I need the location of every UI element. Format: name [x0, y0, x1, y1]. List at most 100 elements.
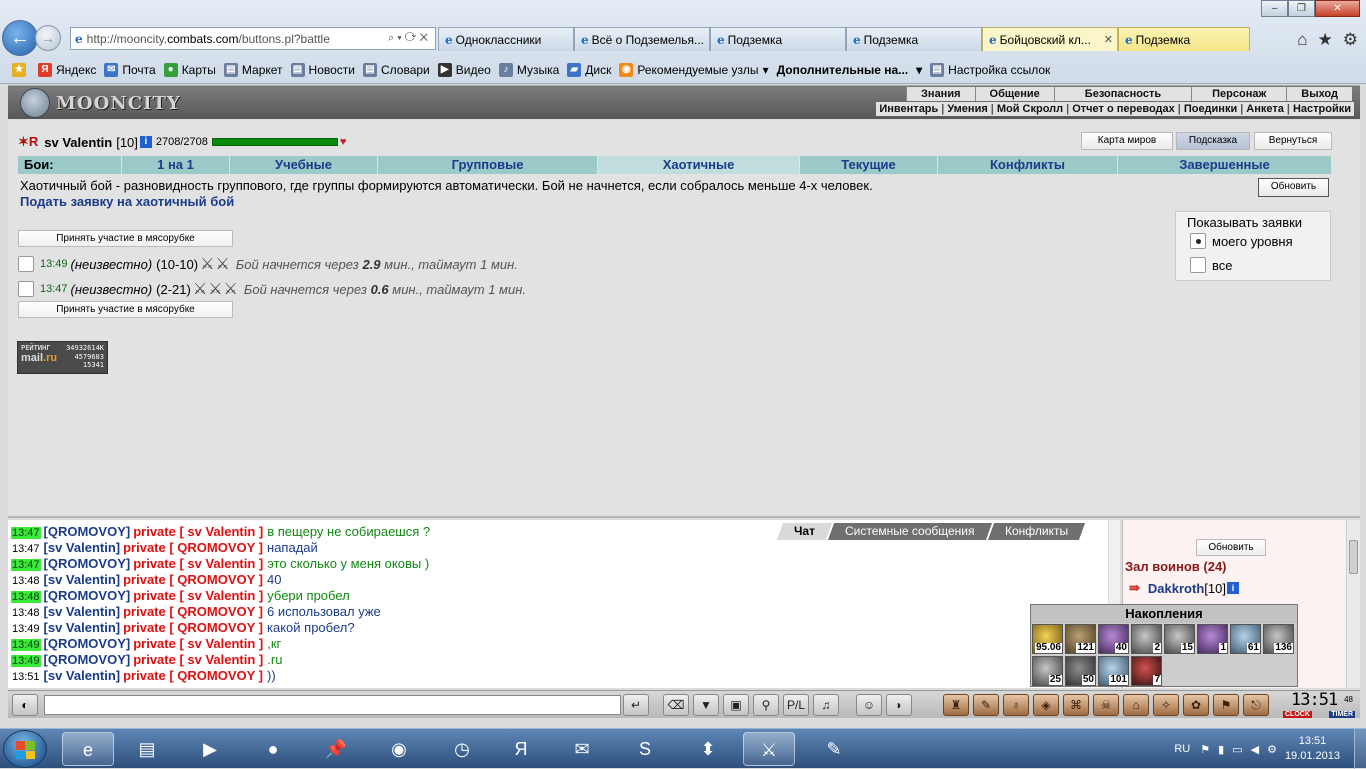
scroll-item-icon[interactable]: 121 [1065, 624, 1096, 654]
minimize-button[interactable]: – [1261, 0, 1288, 17]
clock-app-taskbar-icon[interactable]: ◷ [436, 732, 488, 766]
fav-pochta[interactable]: ✉ Почта [104, 63, 156, 77]
back-game-button[interactable]: Вернуться [1254, 132, 1332, 150]
ore-item-icon[interactable]: 25 [1032, 656, 1063, 686]
sound-icon[interactable]: ♫ [813, 694, 839, 716]
potion-item-icon[interactable]: 101 [1098, 656, 1129, 686]
menu-vyhod[interactable]: Выход [1286, 87, 1352, 101]
menu-umeniya[interactable]: Умения [944, 102, 990, 116]
game-client-taskbar-icon[interactable]: ⚔ [743, 732, 795, 766]
stone-item-icon[interactable]: 136 [1263, 624, 1294, 654]
shield-item-icon[interactable]: 15 [1164, 624, 1195, 654]
door-icon[interactable]: ⌂ [1123, 694, 1149, 716]
menu-nastroyki[interactable]: Настройки [1290, 102, 1354, 116]
chrome-taskbar-icon[interactable]: ◉ [373, 732, 425, 766]
mask-item-icon[interactable]: 61 [1230, 624, 1261, 654]
info-icon[interactable]: i [139, 136, 152, 148]
tab-chat[interactable]: Чат [776, 523, 833, 540]
fav-novosti[interactable]: ▤ Новости [290, 63, 355, 77]
radio-my-level[interactable] [1190, 233, 1206, 249]
ie-taskbar-icon[interactable]: e [62, 732, 114, 766]
exit-icon[interactable]: ⎋ [1243, 694, 1269, 716]
maximize-button[interactable]: ❐ [1288, 0, 1315, 17]
tray-clock[interactable]: 13:51 19.01.2013 [1285, 734, 1340, 764]
chat-input[interactable] [44, 695, 621, 715]
join-meatgrinder-button[interactable]: Принять участие в мясорубке [18, 301, 233, 318]
bag-icon[interactable]: ♜ [943, 694, 969, 716]
user-agent-taskbar-icon[interactable]: ● [247, 732, 299, 766]
tab-1v1[interactable]: 1 на 1 [122, 156, 230, 174]
save-icon[interactable]: ▣ [723, 694, 749, 716]
fav-additional[interactable]: Дополнительные на... ▾ [777, 63, 923, 77]
private-arrow-icon[interactable]: ⇛ [1129, 580, 1140, 596]
potion-icon[interactable]: ♁ [1003, 694, 1029, 716]
fav-slovari[interactable]: ▤ Словари [362, 63, 430, 77]
info-icon[interactable]: i [1226, 582, 1239, 594]
skype-taskbar-icon[interactable]: S [619, 732, 671, 766]
online-refresh-button[interactable]: Обновить [1196, 539, 1266, 556]
flag-tray-icon[interactable]: ⚑ [1200, 743, 1210, 756]
amulet-item-icon[interactable]: 40 [1098, 624, 1129, 654]
explorer-taskbar-icon[interactable]: ▤ [121, 732, 173, 766]
fav-video[interactable]: ▶ Видео [437, 63, 491, 77]
blood-item-icon[interactable]: 7 [1131, 656, 1162, 686]
forward-button[interactable]: → [35, 25, 61, 51]
paw-icon[interactable]: ✿ [1183, 694, 1209, 716]
pin-taskbar-icon[interactable]: 📌 [310, 732, 362, 766]
fav-market[interactable]: ▤ Маркет [223, 63, 283, 77]
drink-taskbar-icon[interactable]: ⬍ [682, 732, 734, 766]
gear-icon[interactable]: ⚙ [1343, 30, 1358, 50]
language-indicator[interactable]: RU [1174, 743, 1190, 755]
favorites-add-icon[interactable]: ★ [12, 63, 30, 77]
close-window-button[interactable]: ✕ [1315, 0, 1360, 17]
clear-input-icon[interactable]: ⌫ [663, 694, 689, 716]
menu-poedinki[interactable]: Поединки [1181, 102, 1240, 116]
timer-label[interactable]: TIMER [1329, 711, 1355, 718]
tab-podzemelya[interactable]: e Всё о Подземелья... [574, 27, 710, 51]
menu-personazh[interactable]: Персонаж [1191, 87, 1286, 101]
helmet-icon[interactable]: ◗ [886, 694, 912, 716]
clock-label[interactable]: CLOCK [1283, 711, 1312, 718]
battery-tray-icon[interactable]: ▭ [1232, 743, 1242, 756]
mailru-rating-counter[interactable]: РЕЙТИНГ 34932614K mail.ru 4579603 15341 [17, 341, 108, 374]
paint-taskbar-icon[interactable]: ✎ [808, 732, 860, 766]
submit-chaotic-link[interactable]: Подать заявку на хаотичный бой [20, 194, 234, 209]
favorites-star-icon[interactable]: ★ [1318, 30, 1333, 50]
smile-icon[interactable]: ☺ [856, 694, 882, 716]
address-bar[interactable]: e http://mooncity.combats.com/buttons.pl… [70, 27, 436, 50]
fav-disk[interactable]: ▰ Диск [567, 63, 611, 77]
tray-app-icon[interactable]: ⚙ [1267, 743, 1277, 756]
home-icon[interactable]: ⌂ [1297, 30, 1307, 50]
show-desktop-button[interactable] [1354, 729, 1366, 769]
tab-podzemka-1[interactable]: e Подземка [710, 27, 846, 51]
flag-icon[interactable]: ⚑ [1213, 694, 1239, 716]
tab-tekushchie[interactable]: Текущие [800, 156, 938, 174]
menu-znaniya[interactable]: Знания [906, 87, 974, 101]
yandex-taskbar-icon[interactable]: Я [495, 732, 547, 766]
refresh-button[interactable]: Обновить [1258, 178, 1329, 197]
chat-speak-icon[interactable]: ◐ [12, 694, 38, 716]
walk-icon[interactable]: ⚲ [753, 694, 779, 716]
volume-tray-icon[interactable]: ◀ [1251, 743, 1259, 756]
fav-recommended[interactable]: ◉ Рекомендуемые узлы ▾ [619, 63, 769, 77]
menu-otchet[interactable]: Отчет о переводах [1069, 102, 1178, 116]
tab-chat-conflicts[interactable]: Конфликты [987, 523, 1085, 540]
filter-my-level[interactable]: моего уровня [1184, 233, 1293, 249]
tab-system-messages[interactable]: Системные сообщения [827, 523, 992, 540]
chest-item-icon[interactable]: 50 [1065, 656, 1096, 686]
gold-item-icon[interactable]: 95.06 [1032, 624, 1063, 654]
filter-icon[interactable]: ▼ [693, 694, 719, 716]
world-map-button[interactable]: Карта миров [1081, 132, 1173, 150]
menu-inventar[interactable]: Инвентарь [876, 102, 941, 116]
back-button[interactable]: ← [2, 20, 38, 56]
menu-anketa[interactable]: Анкета [1243, 102, 1287, 116]
tab-haotichnye[interactable]: Хаотичные [598, 156, 800, 174]
scroll-thumb[interactable] [1349, 540, 1358, 574]
hint-button[interactable]: Подсказка [1176, 132, 1250, 150]
tab-podzemka-2[interactable]: e Подземка [846, 27, 982, 51]
network-tray-icon[interactable]: ▮ [1218, 743, 1224, 756]
start-button[interactable] [3, 730, 47, 768]
media-player-taskbar-icon[interactable]: ▶ [184, 732, 236, 766]
tab-odnoklassniki[interactable]: e Одноклассники [438, 27, 574, 51]
tab-konflikty[interactable]: Конфликты [938, 156, 1118, 174]
